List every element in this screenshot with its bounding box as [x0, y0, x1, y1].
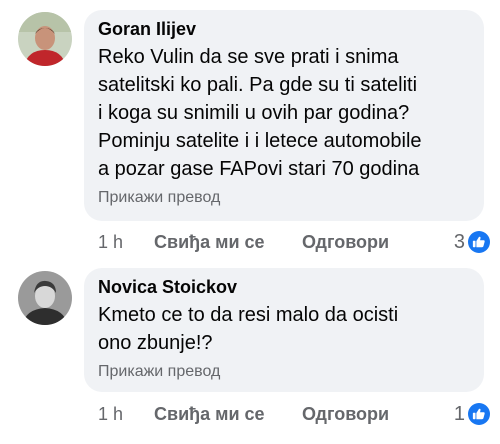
like-thumb-icon — [468, 231, 490, 253]
see-translation-link[interactable]: Прикажи превод — [98, 362, 470, 382]
like-button[interactable]: Свиђа ми се — [154, 404, 265, 425]
comment-author[interactable]: Goran Ilijev — [98, 18, 470, 40]
comment-actions: 1 h Свиђа ми се Одговори 1 — [98, 401, 490, 427]
comment-actions: 1 h Свиђа ми се Одговори 3 — [98, 229, 490, 255]
comment-bubble: Novica Stoickov Kmeto ce to da resi malo… — [84, 268, 484, 392]
like-button[interactable]: Свиђа ми се — [154, 232, 265, 253]
like-thumb-icon — [468, 403, 490, 425]
avatar[interactable] — [18, 12, 72, 66]
reaction-summary[interactable]: 1 — [454, 401, 490, 427]
reply-button[interactable]: Одговори — [302, 404, 389, 425]
avatar-photo-icon — [18, 271, 72, 325]
comment-bubble: Goran Ilijev Reko Vulin da se sve prati … — [84, 10, 484, 221]
reaction-summary[interactable]: 3 — [454, 229, 490, 255]
comment-text: Reko Vulin da se sve prati i snima satel… — [98, 46, 422, 180]
comment-text: Kmeto ce to da resi malo da ocisti ono z… — [98, 304, 399, 354]
comment-timestamp[interactable]: 1 h — [98, 232, 123, 253]
reply-button[interactable]: Одговори — [302, 232, 389, 253]
comment-timestamp[interactable]: 1 h — [98, 404, 123, 425]
avatar-photo-icon — [18, 12, 72, 66]
reaction-count: 3 — [453, 230, 465, 253]
see-translation-link[interactable]: Прикажи превод — [98, 188, 470, 208]
reaction-count: 1 — [453, 402, 465, 425]
avatar[interactable] — [18, 271, 72, 325]
comment-author[interactable]: Novica Stoickov — [98, 276, 470, 298]
